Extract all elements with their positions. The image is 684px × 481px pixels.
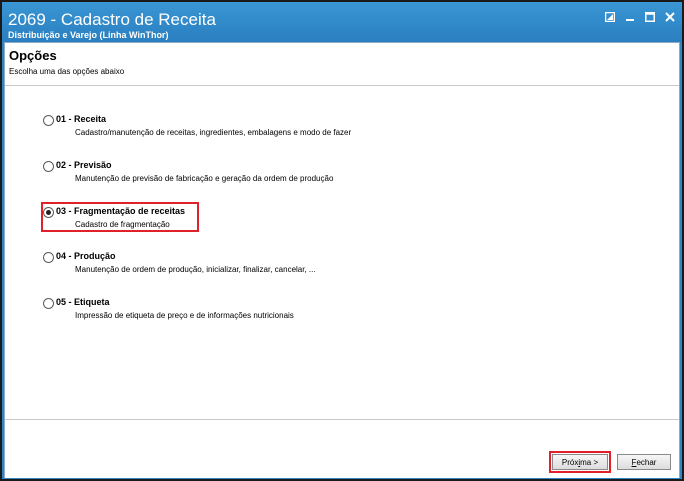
application-window: 2069 - Cadastro de Receita Distribuição … <box>0 0 684 481</box>
option-receita[interactable]: 01 - Receita Cadastro/manutenção de rece… <box>41 114 441 144</box>
option-label: 03 - Fragmentação de receitas <box>56 206 186 216</box>
minimize-icon[interactable] <box>622 10 638 24</box>
radio-button[interactable] <box>43 298 54 309</box>
option-description: Manutenção de ordem de produção, inicial… <box>75 265 316 274</box>
maximize-icon[interactable] <box>642 10 658 24</box>
wizard-footer: Próx i ma > Fechar <box>5 419 679 478</box>
option-etiqueta[interactable]: 05 - Etiqueta Impressão de etiqueta de p… <box>41 297 441 327</box>
next-button[interactable]: Próx i ma > <box>549 451 611 473</box>
option-description: Impressão de etiqueta de preço e de info… <box>75 311 294 320</box>
option-label: 04 - Produção <box>56 251 116 261</box>
option-description: Manutenção de previsão de fabricação e g… <box>75 174 334 183</box>
option-description: Cadastro/manutenção de receitas, ingredi… <box>75 128 352 137</box>
title-bar: 2069 - Cadastro de Receita Distribuição … <box>2 2 682 42</box>
window-title: 2069 - Cadastro de Receita <box>8 10 216 29</box>
next-button-label-part: Próx <box>561 457 579 467</box>
window-controls <box>602 10 678 24</box>
wizard-content: Opções Escolha uma das opções abaixo 01 … <box>4 42 680 478</box>
close-icon[interactable] <box>662 10 678 24</box>
close-button-label-part: echar <box>636 457 657 467</box>
option-previsao[interactable]: 02 - Previsão Manutenção de previsão de … <box>41 160 441 190</box>
radio-button[interactable] <box>43 115 54 126</box>
option-fragmentacao[interactable]: 03 - Fragmentação de receitas Cadastro d… <box>41 206 441 236</box>
option-label: 02 - Previsão <box>56 160 112 170</box>
close-button[interactable]: Fechar <box>617 454 671 470</box>
page-title: Opções <box>9 48 57 63</box>
radio-button[interactable] <box>43 252 54 263</box>
restore-icon[interactable] <box>602 10 618 24</box>
radio-button-selected[interactable] <box>43 207 54 218</box>
next-button-label-part: ma > <box>580 457 599 467</box>
option-label: 01 - Receita <box>56 114 107 124</box>
option-producao[interactable]: 04 - Produção Manutenção de ordem de pro… <box>41 251 441 281</box>
option-label: 05 - Etiqueta <box>56 297 110 307</box>
option-description: Cadastro de fragmentação <box>75 220 170 229</box>
wizard-header: Opções Escolha uma das opções abaixo <box>5 43 679 86</box>
radio-button[interactable] <box>43 161 54 172</box>
options-list: 01 - Receita Cadastro/manutenção de rece… <box>5 86 679 419</box>
page-subtitle: Escolha uma das opções abaixo <box>9 67 125 76</box>
window-subtitle: Distribuição e Varejo (Linha WinThor) <box>8 30 169 40</box>
